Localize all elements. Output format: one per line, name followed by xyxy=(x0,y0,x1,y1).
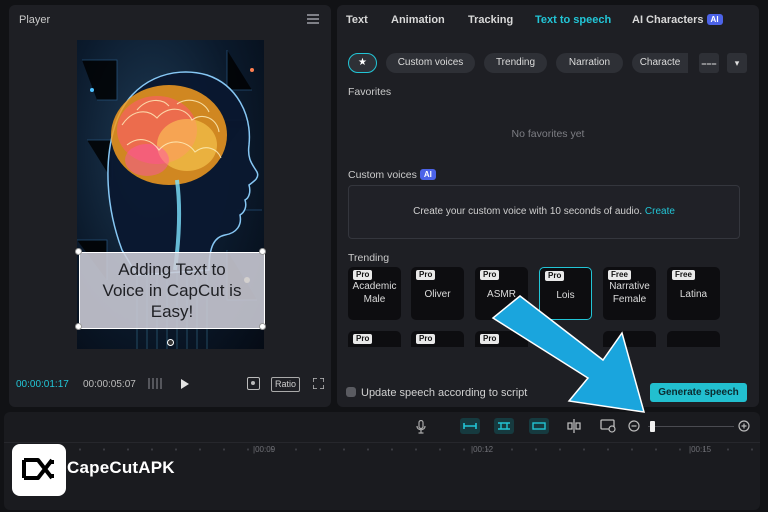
voice-card-lois[interactable]: Pro Lois xyxy=(539,267,592,320)
free-badge: Free xyxy=(608,270,631,280)
pro-badge: Pro xyxy=(480,270,500,280)
zoom-slider[interactable] xyxy=(648,421,734,432)
favorites-empty-text: No favorites yet xyxy=(511,128,585,140)
favorites-star-chip[interactable]: ★ xyxy=(348,53,377,73)
chip-characters[interactable]: Characte xyxy=(632,53,688,73)
caption-text: Adding Text to Voice in CapCut is Easy! xyxy=(102,260,242,321)
resize-handle-top-left[interactable] xyxy=(75,248,82,255)
timecode-list-icon[interactable] xyxy=(148,378,162,389)
player-controls: 00:00:01:17 00:00:05:07 Ratio xyxy=(9,375,331,395)
create-voice-link[interactable]: Create xyxy=(645,206,675,217)
zoom-in-icon[interactable] xyxy=(738,420,750,432)
chip-narration[interactable]: Narration xyxy=(556,53,623,73)
player-panel: Player Adding Text to Voice in CapCut is… xyxy=(9,5,331,407)
custom-voice-box: Create your custom voice with 10 seconds… xyxy=(348,185,740,239)
fit-view-icon[interactable] xyxy=(247,377,260,390)
split-icon[interactable] xyxy=(566,419,582,433)
chip-trending[interactable]: Trending xyxy=(484,53,547,73)
voice-name: Latina xyxy=(679,289,708,300)
chevron-down-icon[interactable]: ▾ xyxy=(727,53,747,73)
update-speech-checkbox[interactable] xyxy=(346,387,356,397)
voice-name: Oliver xyxy=(424,289,451,300)
zoom-slider-handle[interactable] xyxy=(650,421,655,432)
link-clips-icon[interactable] xyxy=(460,418,480,434)
tab-animation[interactable]: Animation xyxy=(391,14,445,26)
total-time: 00:00:05:07 xyxy=(83,379,136,390)
rotate-handle[interactable] xyxy=(167,339,174,346)
voice-card-academic-male[interactable]: Pro Academic Male xyxy=(348,267,401,320)
play-icon[interactable] xyxy=(181,379,189,389)
watermark-text: CapeCutAPK xyxy=(67,458,175,477)
ai-badge: AI xyxy=(706,14,723,25)
pro-badge: Pro xyxy=(416,270,436,280)
ruler-ticks xyxy=(44,447,760,452)
voice-card-asmr[interactable]: Pro ASMR xyxy=(475,267,528,320)
chip-custom-voices[interactable]: Custom voices xyxy=(386,53,475,73)
voice-name: Lois xyxy=(556,290,575,301)
custom-voices-label: Custom voices AI xyxy=(348,169,436,181)
tab-text-to-speech[interactable]: Text to speech xyxy=(535,14,611,26)
update-speech-row[interactable]: Update speech according to script xyxy=(346,387,527,399)
voice-card-oliver[interactable]: Pro Oliver xyxy=(411,267,464,320)
voice-card-row2-3[interactable]: Pro xyxy=(475,331,528,347)
resize-handle-bottom-right[interactable] xyxy=(259,323,266,330)
tab-text[interactable]: Text xyxy=(346,14,368,26)
pro-badge: Pro xyxy=(545,271,565,281)
pro-badge: Pro xyxy=(416,334,436,344)
custom-voice-prompt-text: Create your custom voice with 10 seconds… xyxy=(413,206,643,217)
voice-card-narrative-female[interactable]: Free Narrative Female xyxy=(603,267,656,320)
voice-card-latina[interactable]: Free Latina xyxy=(667,267,720,320)
screen-record-icon[interactable] xyxy=(600,419,616,433)
magnet-icon[interactable] xyxy=(494,418,514,434)
ruler-tick-label: |00:09 xyxy=(253,445,276,454)
trending-label: Trending xyxy=(348,252,390,264)
filter-icon[interactable]: ⩶ xyxy=(699,53,719,73)
player-title: Player xyxy=(19,14,51,26)
custom-voices-ai-badge: AI xyxy=(419,169,436,180)
ruler-tick-label: |00:15 xyxy=(689,445,712,454)
capcut-logo xyxy=(12,444,66,496)
voice-name: ASMR xyxy=(487,289,516,300)
pro-badge: Pro xyxy=(353,270,373,280)
voice-card-row2-6[interactable] xyxy=(667,331,720,347)
resize-handle-bottom-left[interactable] xyxy=(75,323,82,330)
microphone-icon[interactable] xyxy=(416,420,426,434)
voice-name: Academic Male xyxy=(352,281,397,305)
pro-badge: Pro xyxy=(480,334,500,344)
ruler-tick-label: |00:12 xyxy=(471,445,494,454)
panel-tabs: Text Animation Tracking Text to speech A… xyxy=(337,5,759,35)
timeline-ruler[interactable]: |00:09 |00:12 |00:15 xyxy=(4,442,760,457)
voice-card-row2-2[interactable]: Pro xyxy=(411,331,464,347)
fullscreen-icon[interactable] xyxy=(313,378,324,389)
update-speech-label: Update speech according to script xyxy=(361,387,528,399)
favorites-label: Favorites xyxy=(348,86,392,98)
voice-card-row2-5[interactable] xyxy=(603,331,656,347)
voice-card-row2-1[interactable]: Pro xyxy=(348,331,401,347)
resize-handle-top-right[interactable] xyxy=(259,248,266,255)
custom-voice-prompt: Create your custom voice with 10 seconds… xyxy=(349,206,739,217)
menu-icon[interactable] xyxy=(307,14,319,24)
text-caption-box[interactable]: Adding Text to Voice in CapCut is Easy! xyxy=(79,252,265,329)
tab-tracking[interactable]: Tracking xyxy=(468,14,513,26)
pro-badge: Pro xyxy=(353,334,373,344)
tab-ai-characters[interactable]: AI Characters AI xyxy=(632,14,723,26)
text-to-speech-panel: Text Animation Tracking Text to speech A… xyxy=(337,5,759,407)
capcut-logo-icon xyxy=(22,458,54,480)
custom-voices-label-text: Custom voices xyxy=(348,169,417,181)
generate-speech-button[interactable]: Generate speech xyxy=(650,383,747,402)
current-time: 00:00:01:17 xyxy=(16,379,69,390)
voice-name: Narrative Female xyxy=(609,281,650,305)
tab-ai-characters-label: AI Characters xyxy=(632,14,704,26)
free-badge: Free xyxy=(672,270,695,280)
ratio-button[interactable]: Ratio xyxy=(271,377,301,392)
preview-axis-icon[interactable] xyxy=(529,418,549,434)
zoom-out-icon[interactable] xyxy=(628,420,640,432)
